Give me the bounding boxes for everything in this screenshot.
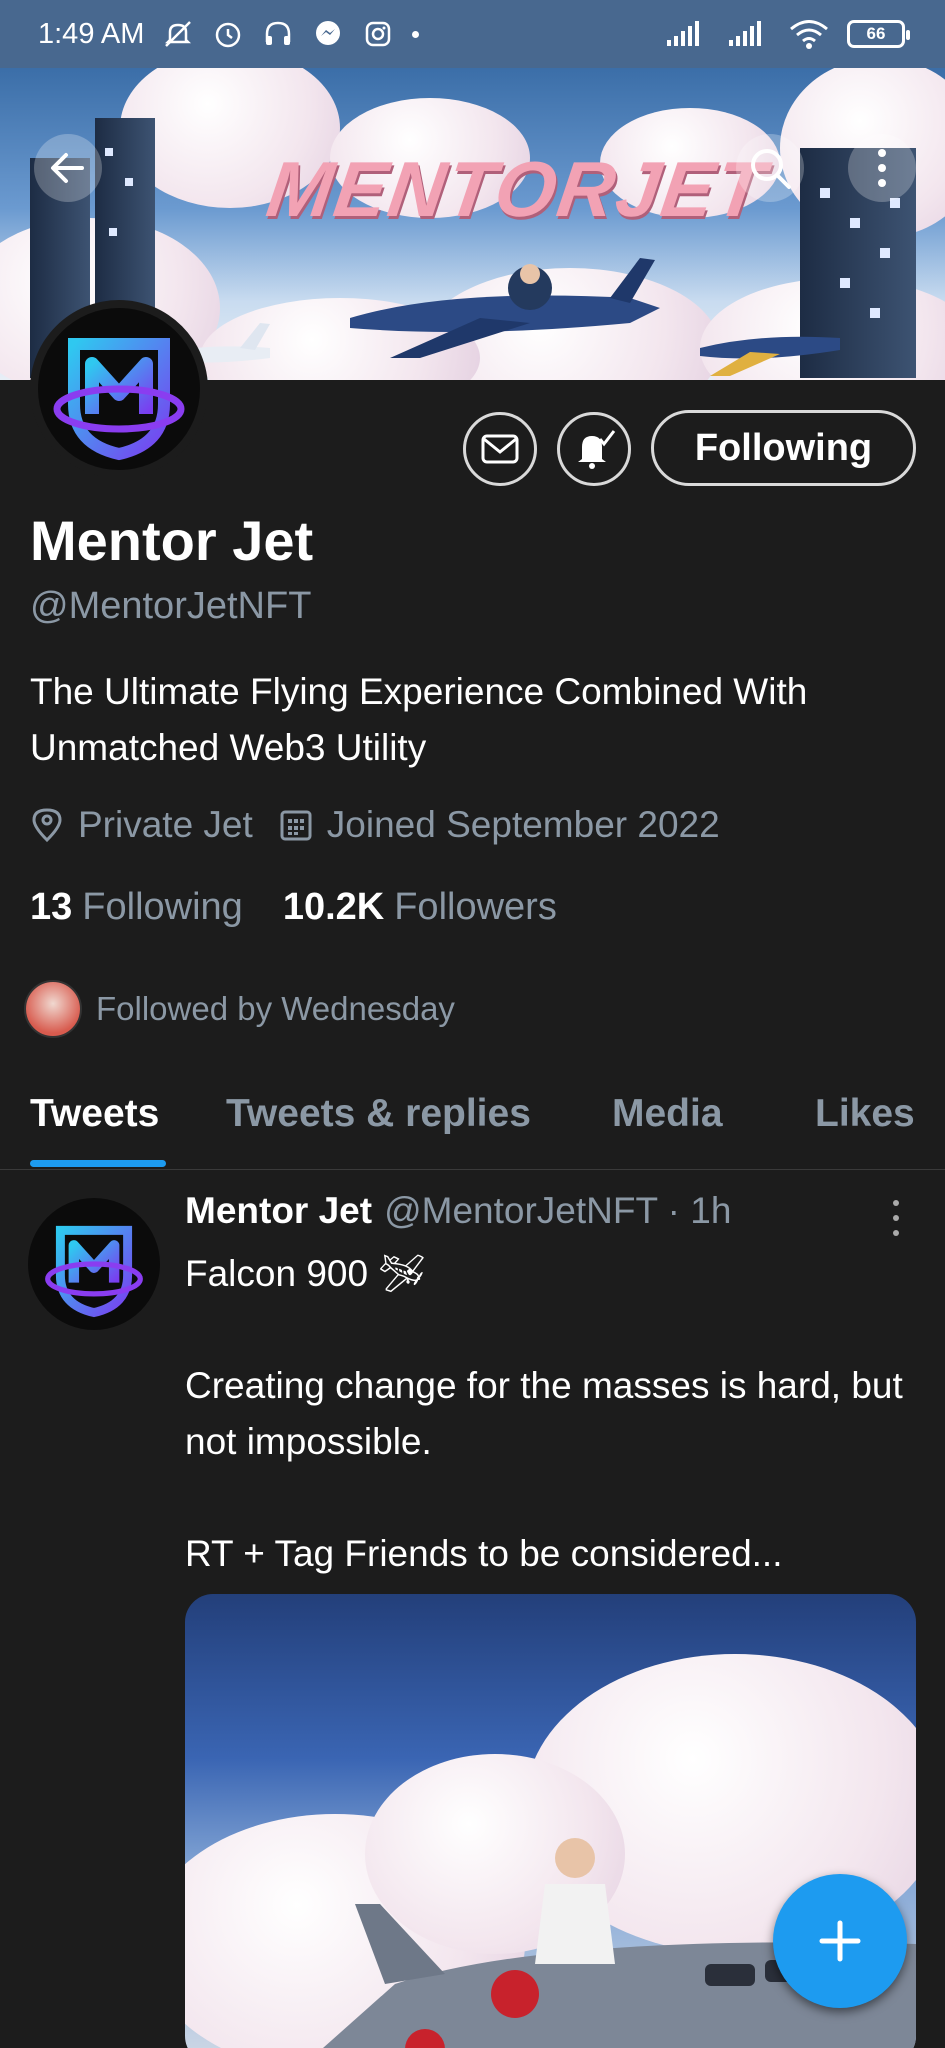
banner-title: MENTORJET bbox=[261, 145, 772, 233]
tweet-author-handle: @MentorJetNFT · 1h bbox=[384, 1190, 732, 1231]
back-button[interactable] bbox=[34, 134, 102, 202]
search-icon bbox=[751, 149, 791, 189]
profile-meta: Private Jet Joined September 2022 bbox=[30, 804, 746, 846]
signal-2-icon bbox=[727, 18, 771, 50]
tweet-header: Mentor Jet @MentorJetNFT · 1h bbox=[185, 1190, 731, 1232]
followers-count-link[interactable]: 10.2K Followers bbox=[283, 886, 557, 929]
active-tab-indicator bbox=[30, 1160, 166, 1167]
messenger-icon bbox=[312, 18, 344, 50]
search-button[interactable] bbox=[736, 134, 804, 202]
mentorjet-logo-icon bbox=[53, 338, 185, 461]
tab-media[interactable]: Media bbox=[612, 1092, 723, 1136]
headphones-icon bbox=[262, 18, 294, 50]
profile-bio: The Ultimate Flying Experience Combined … bbox=[30, 671, 808, 768]
following-label: Following bbox=[82, 886, 243, 928]
back-arrow-icon bbox=[51, 153, 84, 183]
instagram-icon bbox=[362, 18, 394, 50]
envelope-icon bbox=[481, 434, 519, 464]
profile-joined: Joined September 2022 bbox=[326, 804, 720, 845]
followers-count: 10.2K bbox=[282, 886, 385, 928]
mute-icon bbox=[162, 18, 194, 50]
follow-counts: 13 Following 10.2K Followers bbox=[30, 886, 597, 929]
tweet-text: Falcon 900 🛩 Creating change for the mas… bbox=[185, 1253, 903, 1574]
small-jet-illustration bbox=[700, 336, 840, 376]
mentorjet-logo-small-icon bbox=[45, 1225, 143, 1318]
status-time: 1:49 AM bbox=[38, 17, 145, 50]
tab-tweets[interactable]: Tweets bbox=[30, 1092, 159, 1136]
profile-handle: @MentorJetNFT bbox=[30, 585, 312, 627]
profile-location: Private Jet bbox=[78, 804, 253, 845]
compose-tweet-button[interactable] bbox=[773, 1874, 907, 2008]
alarm-icon bbox=[212, 18, 244, 50]
profile-avatar[interactable] bbox=[30, 300, 208, 478]
following-button[interactable]: Following bbox=[651, 410, 916, 486]
followers-label: Followers bbox=[394, 886, 557, 928]
following-count: 13 bbox=[30, 886, 73, 928]
profile-name: Mentor Jet bbox=[30, 509, 314, 572]
follower-avatar bbox=[24, 980, 82, 1038]
tweet-author-name[interactable]: Mentor Jet bbox=[185, 1190, 372, 1232]
followed-by[interactable]: Followed by Wednesday bbox=[24, 980, 455, 1038]
following-count-link[interactable]: 13 Following bbox=[30, 886, 243, 929]
followed-by-text: Followed by Wednesday bbox=[96, 990, 455, 1027]
jet-illustration bbox=[350, 258, 660, 358]
more-vertical-icon bbox=[878, 149, 886, 187]
bell-check-icon bbox=[578, 430, 616, 469]
battery-indicator: 66 bbox=[847, 20, 910, 48]
tab-tweets-replies[interactable]: Tweets & replies bbox=[226, 1092, 531, 1136]
tweet-more-button[interactable] bbox=[886, 1200, 906, 1236]
battery-level: 66 bbox=[866, 24, 886, 43]
signal-icon bbox=[665, 18, 709, 50]
more-options-button[interactable] bbox=[848, 134, 916, 202]
calendar-icon bbox=[280, 810, 312, 841]
tweet-avatar[interactable] bbox=[28, 1198, 160, 1330]
profile-tabs: Tweets Tweets & replies Media Likes bbox=[0, 1080, 945, 1170]
message-button[interactable] bbox=[463, 412, 537, 486]
plus-icon bbox=[819, 1920, 861, 1962]
notifications-button[interactable] bbox=[557, 412, 631, 486]
tab-likes[interactable]: Likes bbox=[815, 1092, 915, 1136]
wifi-icon bbox=[789, 18, 829, 50]
location-pin-icon bbox=[32, 808, 62, 843]
status-bar: 1:49 AM 66 bbox=[0, 0, 945, 68]
notification-dot-icon bbox=[412, 30, 420, 38]
